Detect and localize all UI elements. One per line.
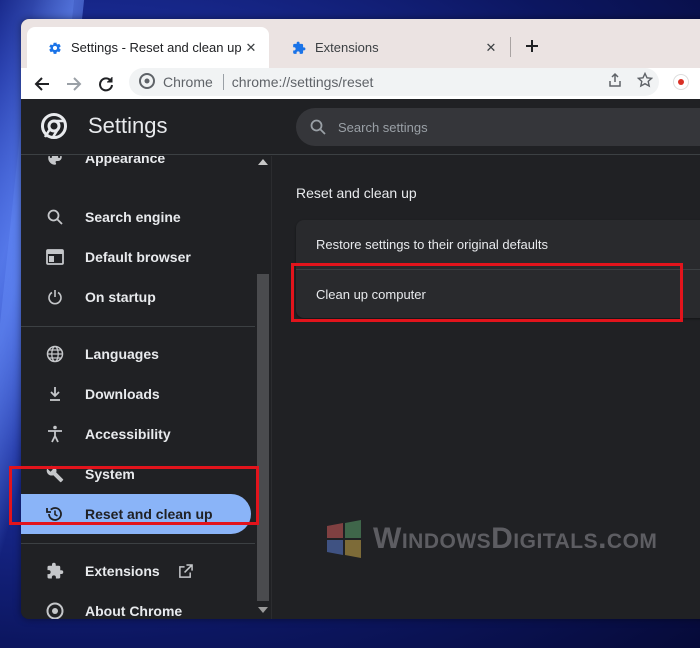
sidebar-item-label: On startup xyxy=(85,289,156,305)
sidebar-divider xyxy=(21,326,255,327)
tab-title: Extensions xyxy=(315,40,379,55)
sidebar-item-languages[interactable]: Languages xyxy=(21,334,251,374)
site-chip: Chrome xyxy=(163,74,213,90)
plus-icon xyxy=(526,40,538,52)
sidebar-item-label: Languages xyxy=(85,346,159,362)
watermark: WindowsDigitals.com xyxy=(325,520,657,558)
scroll-down-arrow-icon[interactable] xyxy=(258,607,268,613)
sidebar-item-label: Downloads xyxy=(85,386,160,402)
sidebar-item-on-startup[interactable]: On startup xyxy=(21,277,251,317)
url-text: chrome://settings/reset xyxy=(231,74,374,90)
back-button[interactable] xyxy=(28,70,56,98)
star-icon[interactable] xyxy=(637,72,653,88)
sidebar-divider xyxy=(21,543,255,544)
search-box[interactable] xyxy=(296,108,700,146)
sidebar-item-default-browser[interactable]: Default browser xyxy=(21,237,251,277)
profile-icon[interactable] xyxy=(673,74,689,90)
toolbar: Chrome chrome://settings/reset xyxy=(21,68,700,99)
power-icon xyxy=(45,287,65,307)
palette-icon xyxy=(45,156,65,168)
scrollbar-thumb[interactable] xyxy=(257,274,269,601)
tab-settings[interactable]: Settings - Reset and clean up ✕ xyxy=(27,27,269,68)
gear-icon xyxy=(47,40,63,56)
watermark-logo-icon xyxy=(325,520,363,558)
new-tab-button[interactable] xyxy=(518,32,546,60)
globe-icon xyxy=(45,344,65,364)
puzzle-icon xyxy=(291,40,307,56)
tab-title: Settings - Reset and clean up xyxy=(71,40,242,55)
sidebar-item-label: Accessibility xyxy=(85,426,171,442)
share-icon[interactable] xyxy=(607,72,623,88)
sidebar: Appearance Search engine Default browser… xyxy=(21,156,255,619)
search-icon xyxy=(310,119,326,135)
reload-icon xyxy=(99,77,113,92)
open-in-new-icon xyxy=(178,563,193,579)
settings-header: Settings xyxy=(21,99,700,155)
sidebar-item-label: About Chrome xyxy=(85,603,183,619)
close-icon[interactable]: ✕ xyxy=(483,40,499,56)
sidebar-item-extensions[interactable]: Extensions xyxy=(21,551,251,591)
address-bar[interactable]: Chrome chrome://settings/reset xyxy=(129,68,659,96)
sidebar-item-search-engine[interactable]: Search engine xyxy=(21,197,251,237)
forward-button[interactable] xyxy=(60,70,88,98)
search-icon xyxy=(45,207,65,227)
page-title: Settings xyxy=(88,113,168,138)
sidebar-item-accessibility[interactable]: Accessibility xyxy=(21,414,251,454)
sidebar-item-downloads[interactable]: Downloads xyxy=(21,374,251,414)
sidebar-item-label: Search engine xyxy=(85,209,181,225)
tab-extensions[interactable]: Extensions ✕ xyxy=(271,27,509,68)
reload-button[interactable] xyxy=(92,70,120,98)
section-title: Reset and clean up xyxy=(296,185,417,201)
search-input[interactable] xyxy=(338,119,638,135)
chrome-logo-icon xyxy=(41,113,67,139)
scroll-up-arrow-icon[interactable] xyxy=(258,159,268,165)
download-icon xyxy=(45,384,65,404)
watermark-text: WindowsDigitals.com xyxy=(373,522,658,555)
accessibility-icon xyxy=(45,424,65,444)
forward-arrow-icon xyxy=(67,77,82,91)
tab-separator xyxy=(510,37,511,57)
highlight-box-clean-up xyxy=(291,263,683,322)
sidebar-item-appearance[interactable]: Appearance xyxy=(21,156,251,178)
puzzle-icon xyxy=(45,561,65,581)
sidebar-item-about-chrome[interactable]: About Chrome xyxy=(21,591,251,619)
back-arrow-icon xyxy=(34,77,49,91)
close-icon[interactable]: ✕ xyxy=(243,40,259,56)
sidebar-scrollbar[interactable] xyxy=(255,156,271,619)
sidebar-item-label: Extensions xyxy=(85,563,160,579)
chrome-icon xyxy=(139,72,155,92)
chrome-icon xyxy=(45,601,65,619)
restore-defaults-row[interactable]: Restore settings to their original defau… xyxy=(296,220,700,269)
highlight-box-reset xyxy=(9,466,259,525)
browser-icon xyxy=(45,247,65,267)
sidebar-item-label: Appearance xyxy=(85,156,166,166)
row-label: Restore settings to their original defau… xyxy=(316,237,548,252)
omnibox-separator xyxy=(222,74,224,90)
tab-strip: Settings - Reset and clean up ✕ Extensio… xyxy=(21,19,700,68)
sidebar-item-label: Default browser xyxy=(85,249,191,265)
